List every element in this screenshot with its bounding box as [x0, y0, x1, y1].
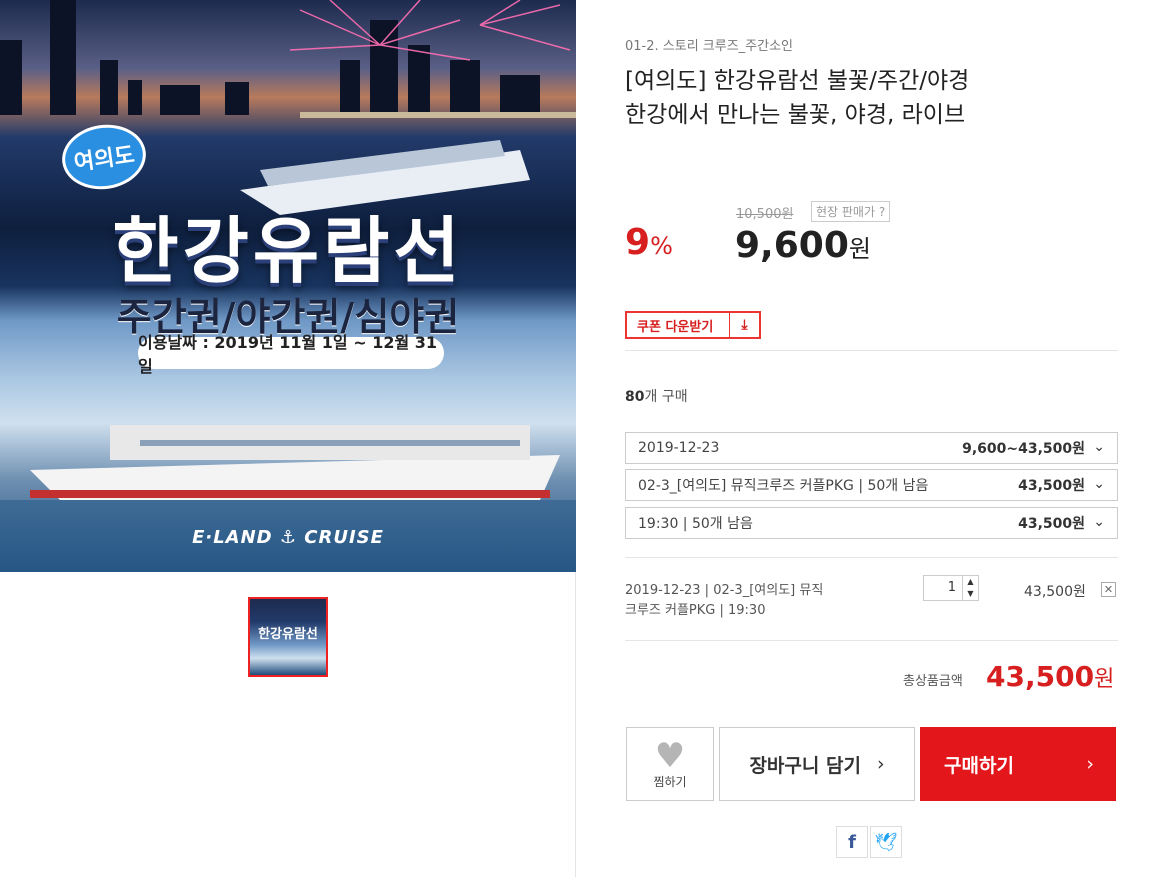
- heart-icon: ♥: [654, 735, 686, 776]
- buy-label: 구매하기: [944, 754, 1014, 777]
- twitter-share-button[interactable]: 🕊: [870, 826, 902, 858]
- chevron-down-icon: ⌄: [1093, 476, 1105, 492]
- chevron-right-icon: ›: [1086, 753, 1094, 775]
- product-title-line2: 한강에서 만나는 불꽃, 야경, 라이브: [625, 102, 966, 128]
- quantity-up-icon[interactable]: ▲: [963, 576, 978, 588]
- add-to-cart-button[interactable]: 장바구니 담기 ›: [719, 727, 915, 801]
- total-label: 총상품금액: [903, 674, 963, 689]
- purchase-count-value: 80: [625, 389, 645, 405]
- sale-price-unit: 원: [848, 235, 871, 263]
- selected-option-line2: 크루즈 커플PKG | 19:30: [625, 603, 766, 618]
- package-select[interactable]: 02-3_[여의도] 뮤직크루즈 커플PKG | 50개 남음 43,500원 …: [625, 469, 1118, 501]
- discount-unit: %: [650, 232, 673, 260]
- wishlist-label: 찜하기: [653, 774, 687, 789]
- hero-image: 여의도 한강유람선 주간권/야간권/심야권 이용날짜 : 2019년 11월 1…: [0, 0, 576, 572]
- product-image-panel: 여의도 한강유람선 주간권/야간권/심야권 이용날짜 : 2019년 11월 1…: [0, 0, 576, 877]
- product-title-line1: [여의도] 한강유람선 불꽃/주간/야경: [625, 68, 970, 94]
- hero-date: 이용날짜 : 2019년 11월 1일 ~ 12월 31일: [138, 333, 444, 376]
- remove-option-button[interactable]: ✕: [1101, 582, 1116, 597]
- selected-option-line1: 2019-12-23 | 02-3_[여의도] 뮤직: [625, 583, 824, 598]
- cart-label: 장바구니 담기: [749, 754, 861, 777]
- sale-price: 9,600원: [735, 225, 871, 266]
- hero-title: 한강유람선: [112, 209, 464, 293]
- thumbnail-text: 한강유람선: [258, 627, 318, 642]
- chevron-down-icon: ⌄: [1093, 439, 1105, 455]
- quantity-value[interactable]: 1: [924, 576, 962, 600]
- buy-now-button[interactable]: 구매하기 ›: [920, 727, 1116, 801]
- discount-rate: 9%: [625, 222, 673, 263]
- wishlist-button[interactable]: ♥ 찜하기: [626, 727, 714, 801]
- divider: [625, 557, 1118, 558]
- twitter-icon: 🕊: [874, 831, 898, 853]
- coupon-label: 쿠폰 다운받기: [637, 319, 714, 335]
- chevron-down-icon: ⌄: [1093, 514, 1105, 530]
- original-price: 10,500원: [736, 207, 794, 222]
- facebook-icon: f: [848, 831, 856, 853]
- discount-value: 9: [625, 222, 651, 263]
- quantity-stepper[interactable]: 1 ▲ ▼: [923, 575, 979, 601]
- product-title: [여의도] 한강유람선 불꽃/주간/야경 한강에서 만나는 불꽃, 야경, 라이…: [625, 64, 969, 132]
- quantity-down-icon[interactable]: ▼: [963, 588, 978, 600]
- total-amount: 43,500원: [986, 660, 1114, 693]
- package-select-value: 43,500원: [1018, 478, 1085, 494]
- time-select[interactable]: 19:30 | 50개 남음 43,500원 ⌄: [625, 507, 1118, 539]
- quantity-arrows: ▲ ▼: [962, 576, 978, 600]
- coupon-download-button[interactable]: 쿠폰 다운받기 ⤓: [625, 311, 761, 339]
- chevron-right-icon: ›: [876, 753, 885, 775]
- time-select-label: 19:30 | 50개 남음: [638, 516, 753, 532]
- time-select-value: 43,500원: [1018, 516, 1085, 532]
- selected-option-price: 43,500원: [1024, 584, 1086, 600]
- date-select-label: 2019-12-23: [638, 440, 720, 456]
- divider: [625, 640, 1118, 641]
- purchase-count: 80개 구매: [625, 386, 688, 406]
- thumbnail-selected[interactable]: 한강유람선: [248, 597, 328, 677]
- divider: [625, 350, 1118, 351]
- purchase-count-label: 개 구매: [644, 389, 688, 405]
- download-icon: ⤓: [729, 313, 759, 337]
- package-select-label: 02-3_[여의도] 뮤직크루즈 커플PKG | 50개 남음: [638, 478, 929, 494]
- total-amount-unit: 원: [1094, 667, 1115, 692]
- selected-option-description: 2019-12-23 | 02-3_[여의도] 뮤직 크루즈 커플PKG | 1…: [625, 581, 875, 621]
- hero-brand-logo: E·LAND ⚓ CRUISE: [192, 527, 384, 548]
- facebook-share-button[interactable]: f: [836, 826, 868, 858]
- date-select-value: 9,600~43,500원: [962, 441, 1085, 457]
- sale-price-value: 9,600: [735, 225, 849, 266]
- total-amount-value: 43,500: [986, 660, 1095, 693]
- date-select[interactable]: 2019-12-23 9,600~43,500원 ⌄: [625, 432, 1118, 464]
- product-category: 01-2. 스토리 크루즈_주간소인: [625, 39, 794, 54]
- original-price-tag[interactable]: 현장 판매가 ?: [811, 201, 891, 222]
